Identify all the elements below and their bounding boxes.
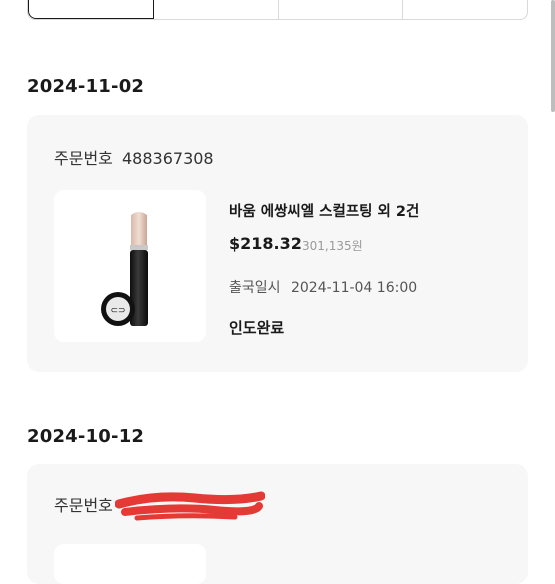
tab-4[interactable] (403, 0, 527, 19)
departure-row: 출국일시 2024-11-04 16:00 (229, 277, 417, 297)
departure-datetime: 2024-11-04 16:00 (290, 280, 418, 296)
tab-2[interactable] (154, 0, 279, 19)
filter-tabs (27, 0, 528, 20)
tab-3[interactable] (279, 0, 404, 19)
order-card[interactable]: 주문번호 488367308 ⊂⊃ 바움 에쌍씨엘 스컬프팅 외 2건 $218… (27, 115, 528, 372)
lipstick-image: ⊂⊃ (101, 212, 148, 326)
status-badge: 인도완료 (229, 319, 285, 337)
product-thumbnail[interactable] (54, 544, 206, 584)
redaction-mark (115, 491, 265, 521)
order-number-row: 주문번호 488367308 (54, 145, 214, 169)
svg-text:⊂⊃: ⊂⊃ (110, 306, 125, 316)
order-date: 2024-10-12 (27, 426, 145, 447)
order-card[interactable]: 주문번호 (27, 464, 528, 584)
order-date: 2024-11-02 (27, 76, 145, 97)
price-krw: 301,135원 (302, 239, 363, 253)
product-name[interactable]: 바움 에쌍씨엘 스컬프팅 외 2건 (229, 200, 419, 221)
order-number: 488367308 (121, 149, 214, 168)
scrollbar[interactable] (551, 0, 555, 112)
price-usd: $218.32 (229, 234, 302, 253)
order-number-label: 주문번호 (54, 496, 113, 515)
product-thumbnail[interactable]: ⊂⊃ (54, 190, 206, 342)
tab-1[interactable] (28, 0, 154, 19)
order-number-row: 주문번호 (54, 492, 117, 516)
order-number-label: 주문번호 (54, 149, 113, 168)
departure-label: 출국일시 (229, 280, 281, 296)
